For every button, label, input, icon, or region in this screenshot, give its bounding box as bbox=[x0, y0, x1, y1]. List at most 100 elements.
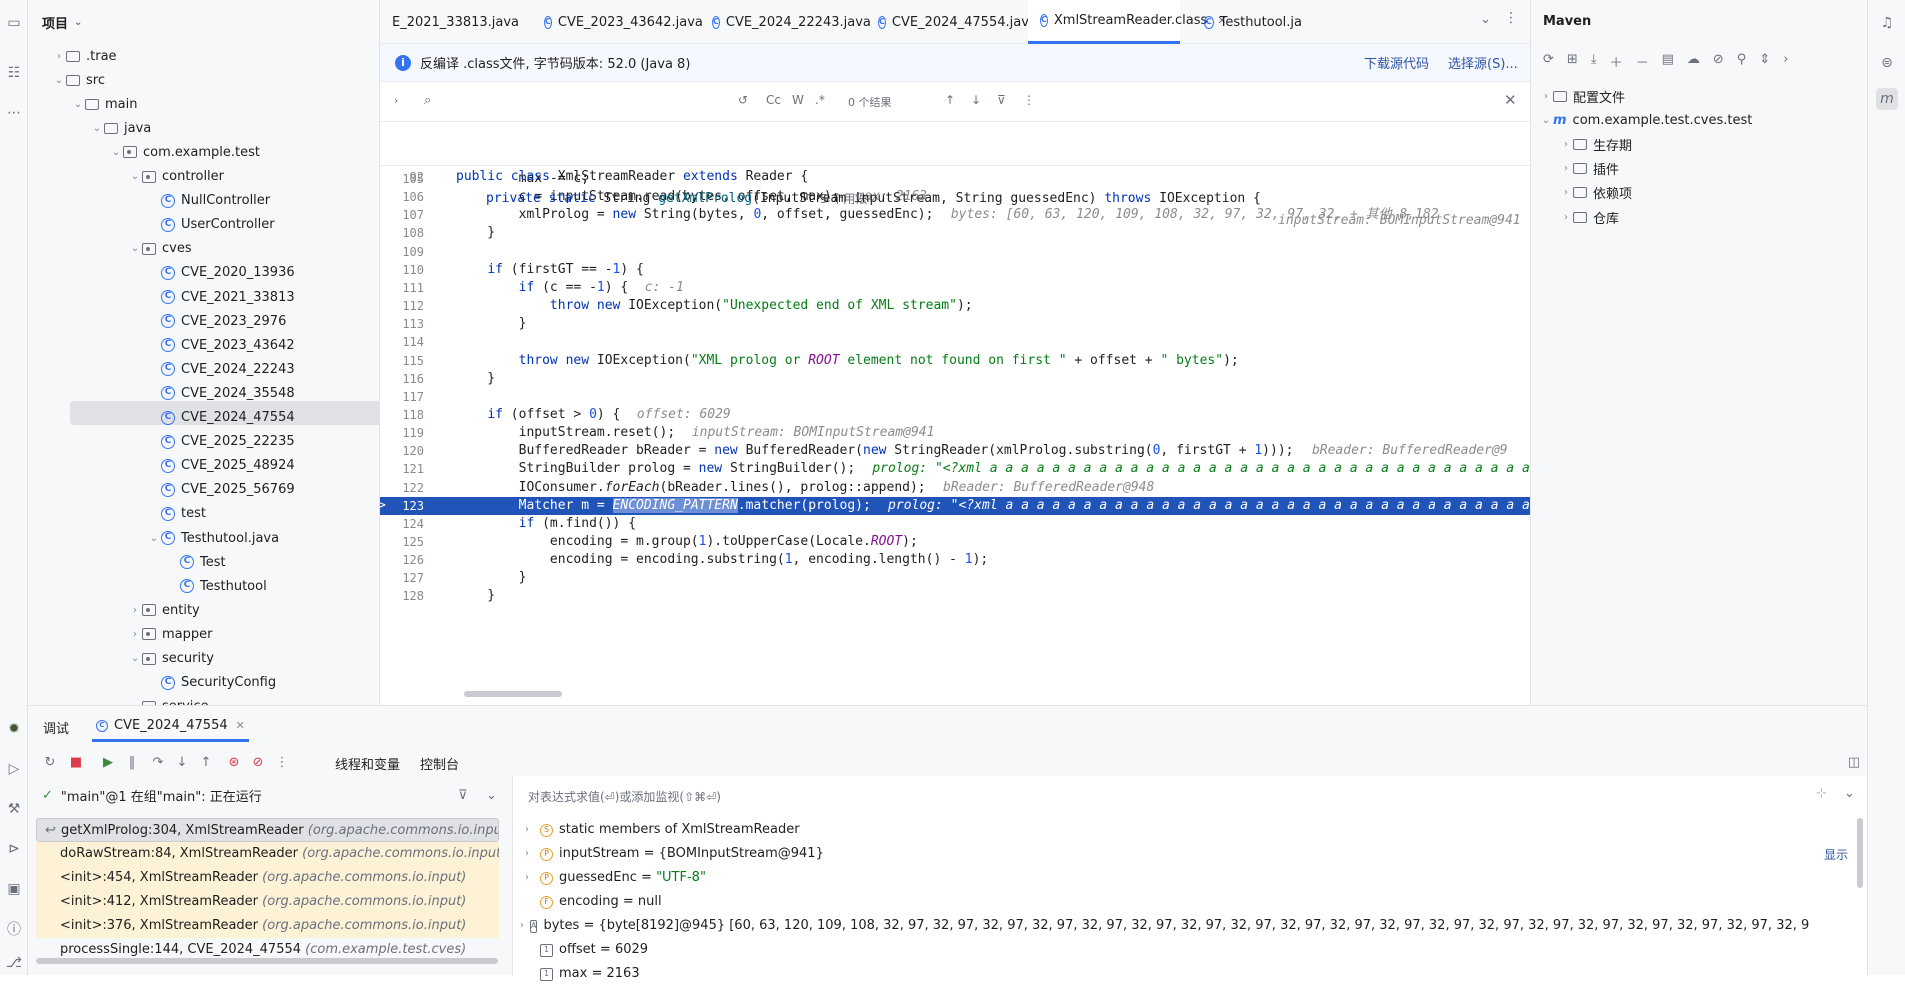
chevron-down-icon[interactable]: ⌄ bbox=[90, 123, 104, 134]
line-number[interactable]: 125 bbox=[380, 533, 424, 551]
line-number[interactable]: 114 bbox=[380, 333, 424, 351]
tree-item[interactable]: C CVE_2025_22235 bbox=[147, 430, 295, 454]
line-number[interactable]: 124 bbox=[380, 515, 424, 533]
debug-session-tab[interactable]: C CVE_2024_47554 ✕ bbox=[92, 712, 249, 742]
tree-item[interactable]: C SecurityConfig bbox=[147, 671, 276, 695]
offline-icon[interactable]: ☁ bbox=[1687, 52, 1700, 71]
tree-item[interactable]: C CVE_2020_13936 bbox=[147, 261, 295, 285]
tree-item[interactable]: C CVE_2024_22243 bbox=[147, 357, 295, 381]
problems-icon[interactable]: ⓘ bbox=[3, 918, 25, 940]
variable-row[interactable]: › PguessedEnc = "UTF-8" bbox=[520, 866, 1810, 890]
maven-tree-item[interactable]: ⌄ m com.example.test.cves.test bbox=[1539, 108, 1753, 132]
chevron-right-icon[interactable]: › bbox=[1559, 212, 1573, 223]
evaluate-input[interactable]: 对表达式求值(⏎)或添加监视(⇧⌘⏎) bbox=[528, 788, 721, 805]
database-icon[interactable]: ⊜ bbox=[1876, 52, 1898, 74]
tree-item[interactable]: ⌄service bbox=[128, 695, 209, 705]
frames-scrollbar[interactable] bbox=[36, 958, 498, 964]
chevron-down-icon[interactable]: ⌄ bbox=[1539, 115, 1553, 126]
expand-replace-icon[interactable]: › bbox=[394, 94, 398, 107]
pause-icon[interactable]: ‖ bbox=[122, 752, 142, 772]
maven-tree-item[interactable]: › 配置文件 bbox=[1539, 84, 1625, 108]
resume-icon[interactable]: ▶ bbox=[98, 752, 118, 772]
editor-tab[interactable]: E_2021_33813.java bbox=[380, 0, 519, 44]
next-occurrence-icon[interactable]: ↓ bbox=[971, 93, 981, 107]
tree-item[interactable]: C UserController bbox=[147, 213, 275, 237]
close-icon[interactable]: ✕ bbox=[236, 719, 245, 732]
history-icon[interactable]: ↺ bbox=[738, 93, 748, 107]
tree-item[interactable]: C CVE_2025_56769 bbox=[147, 478, 295, 502]
line-number[interactable]: 117 bbox=[380, 388, 424, 406]
services-icon[interactable]: ⊳ bbox=[3, 838, 25, 860]
chevron-right-icon[interactable]: › bbox=[520, 866, 534, 890]
line-number[interactable]: 123 bbox=[380, 497, 424, 515]
tab-debug[interactable]: 调试 bbox=[43, 718, 69, 737]
stack-frame[interactable]: ↩ getXmlProlog:304, XmlStreamReader (org.… bbox=[36, 818, 499, 842]
chevron-right-icon[interactable]: › bbox=[520, 842, 534, 866]
more-icon[interactable]: ⋯ bbox=[3, 102, 25, 124]
maven-tree-item[interactable]: › 仓库 bbox=[1559, 205, 1619, 229]
chevron-down-icon[interactable]: ⌄ bbox=[128, 653, 142, 664]
mute-breakpoints-icon[interactable]: ⊘ bbox=[248, 752, 268, 772]
debug-icon[interactable]: ✹ bbox=[3, 718, 25, 740]
code-view[interactable]: 34 public class XmlStreamReader extends … bbox=[380, 122, 1530, 705]
terminal-icon[interactable]: ▣ bbox=[3, 878, 25, 900]
tree-item[interactable]: ⌄ src bbox=[52, 68, 105, 92]
download-source-link[interactable]: 下载源代码 bbox=[1364, 53, 1429, 72]
regex-toggle[interactable]: .* bbox=[815, 93, 825, 107]
chevron-down-icon[interactable]: ⌄ bbox=[486, 788, 497, 803]
variable-row[interactable]: › PinputStream = {BOMInputStream@941} bbox=[520, 842, 1810, 866]
line-number[interactable]: 122 bbox=[380, 479, 424, 497]
layout-icon[interactable]: ◫ bbox=[1844, 752, 1864, 772]
tree-item[interactable]: Ctest bbox=[147, 502, 206, 526]
variable-row[interactable]: › Sstatic members of XmlStreamReader bbox=[520, 818, 1810, 842]
step-over-icon[interactable]: ↷ bbox=[148, 752, 168, 772]
choose-source-link[interactable]: 选择源(S)... bbox=[1448, 53, 1518, 72]
match-case-toggle[interactable]: Cc bbox=[766, 93, 781, 107]
notifications-icon[interactable]: ♫ bbox=[1876, 12, 1898, 34]
view-breakpoints-icon[interactable]: ⊛ bbox=[224, 752, 244, 772]
add-icon[interactable]: ＋ bbox=[1610, 52, 1623, 71]
stop-icon[interactable]: ■ bbox=[66, 752, 86, 772]
tree-item[interactable]: C CVE_2021_33813 bbox=[147, 285, 295, 309]
editor-tab[interactable]: C CVE_2023_43642.java bbox=[532, 0, 703, 44]
search-input[interactable] bbox=[444, 88, 744, 116]
line-number[interactable]: 116 bbox=[380, 370, 424, 388]
variable-row[interactable]: Fencoding = null bbox=[520, 890, 1810, 914]
editor-tab[interactable]: C Testhutool.ja bbox=[1192, 0, 1302, 44]
tree-item[interactable]: C CVE_2024_35548 bbox=[147, 381, 295, 405]
stack-frame[interactable]: <init>:454, XmlStreamReader (org.apache.… bbox=[36, 866, 499, 890]
chevron-down-icon[interactable]: ⌄ bbox=[147, 533, 161, 544]
chevron-right-icon[interactable]: › bbox=[128, 605, 142, 616]
analyze-icon[interactable]: ⚲ bbox=[1737, 52, 1747, 71]
line-number[interactable]: 126 bbox=[380, 551, 424, 569]
tree-item[interactable]: C Test bbox=[166, 550, 226, 574]
tab-console[interactable]: 控制台 bbox=[420, 754, 459, 773]
variables-scrollbar[interactable] bbox=[1857, 818, 1863, 888]
generate-sources-icon[interactable]: ⊞ bbox=[1567, 52, 1578, 71]
git-icon[interactable]: ⎇ bbox=[3, 952, 25, 974]
chevron-right-icon[interactable]: › bbox=[520, 914, 524, 938]
tree-item[interactable]: ⌄ security bbox=[128, 647, 214, 671]
remove-icon[interactable]: － bbox=[1636, 52, 1649, 71]
editor-tab[interactable]: C CVE_2024_47554.java bbox=[866, 0, 1037, 44]
line-number[interactable]: 119 bbox=[380, 424, 424, 442]
debug-more-icon[interactable]: ⋮ bbox=[272, 752, 292, 772]
variable-row[interactable]: › Abytes = {byte[8192]@945} [60, 63, 120,… bbox=[520, 914, 1810, 938]
line-number[interactable]: 118 bbox=[380, 406, 424, 424]
tree-item[interactable]: C CVE_2025_48924 bbox=[147, 454, 295, 478]
tree-item[interactable]: C Testhutool bbox=[166, 574, 267, 598]
build-icon[interactable]: ⚒ bbox=[3, 798, 25, 820]
hide-icon[interactable]: › bbox=[1783, 52, 1788, 71]
editor-tab[interactable]: C CVE_2024_22243.java bbox=[700, 0, 871, 44]
tree-item[interactable]: ⌄ main bbox=[71, 92, 138, 116]
thread-selector[interactable]: ✓ "main"@1 在组"main": 正在运行 ⊽ ⌄ bbox=[42, 782, 502, 808]
tree-item[interactable]: C CVE_2023_43642 bbox=[147, 333, 295, 357]
download-icon[interactable]: ⤓ bbox=[1591, 52, 1597, 71]
project-panel-header[interactable]: 项目 ⌄ bbox=[28, 0, 379, 44]
line-number[interactable]: 127 bbox=[380, 569, 424, 587]
stack-frame[interactable]: <init>:376, XmlStreamReader (org.apache.… bbox=[36, 914, 499, 938]
tabs-more-icon[interactable]: ⋮ bbox=[1504, 10, 1518, 26]
variable-row[interactable]: 1 offset = 6029 bbox=[520, 938, 1810, 962]
search-more-icon[interactable]: ⋮ bbox=[1023, 93, 1035, 107]
chevron-down-icon[interactable]: ⌄ bbox=[1844, 786, 1855, 801]
